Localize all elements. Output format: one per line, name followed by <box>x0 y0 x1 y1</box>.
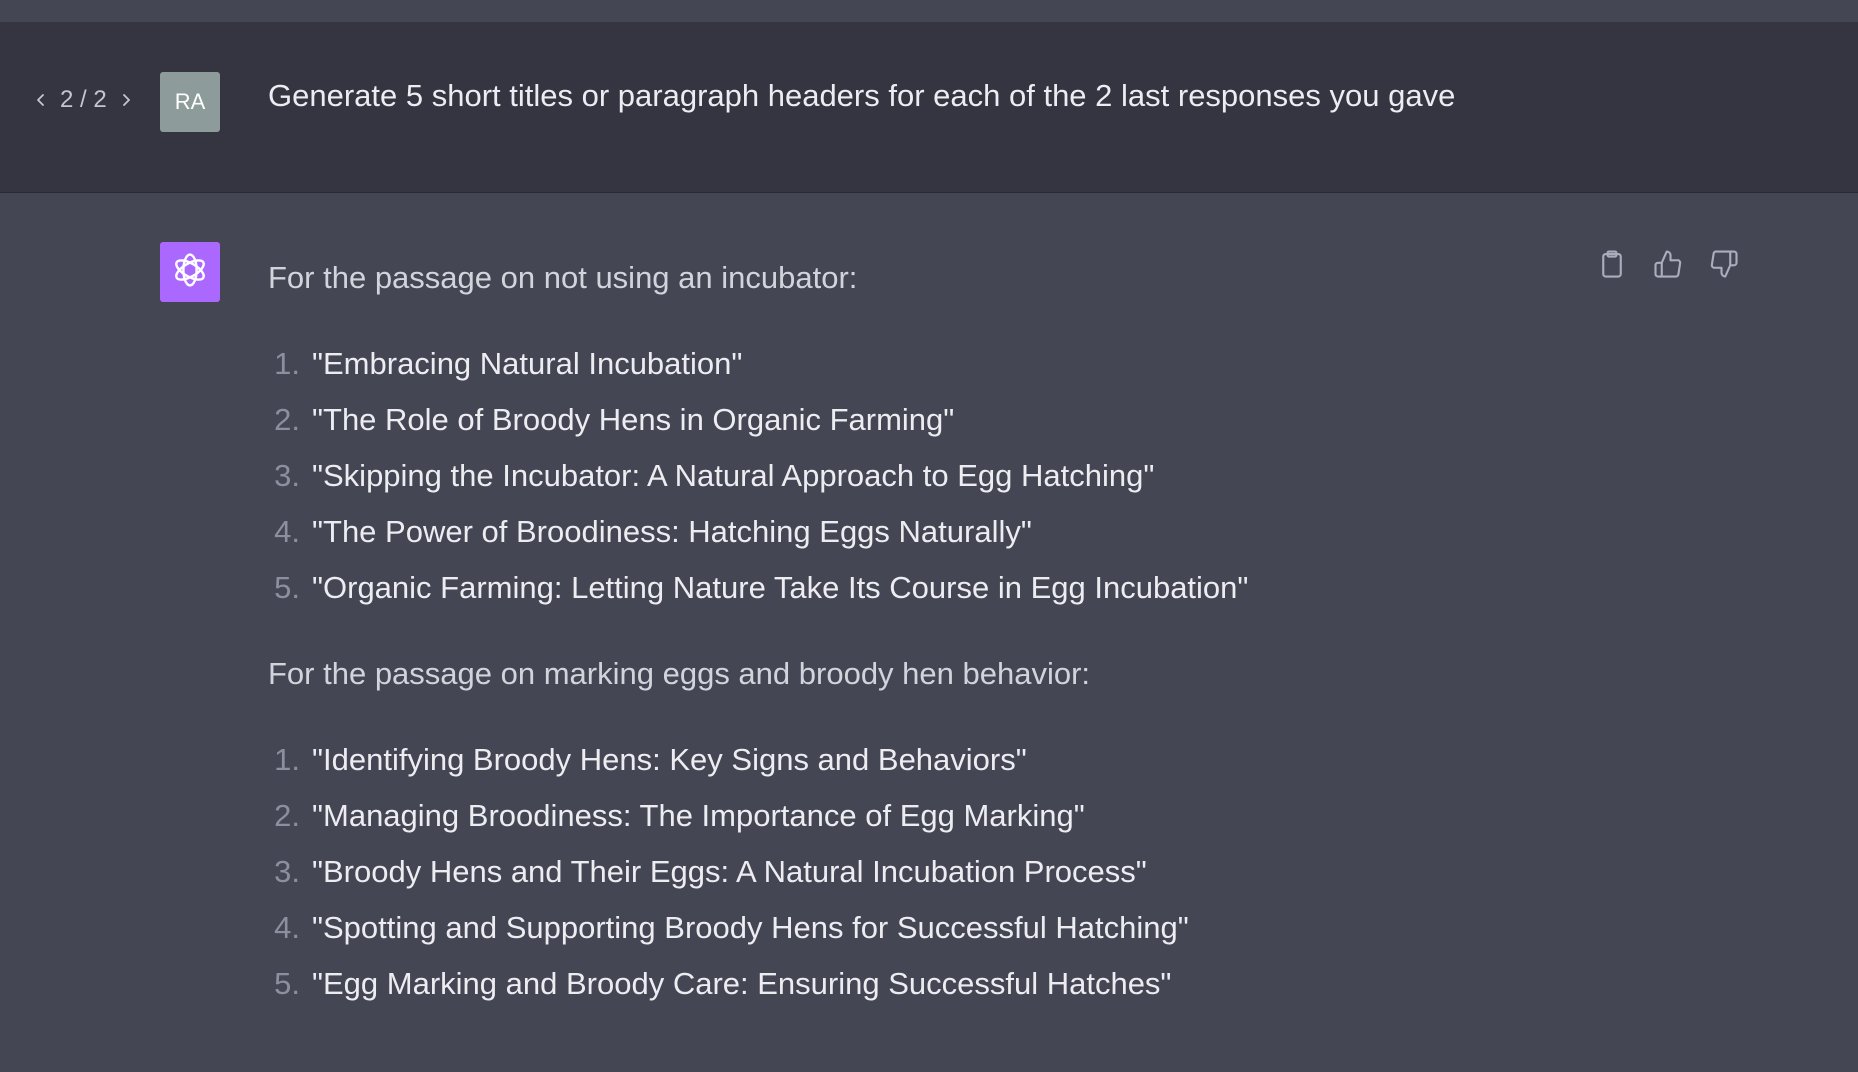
list-number: 3. <box>274 854 300 889</box>
list-text: "Skipping the Incubator: A Natural Appro… <box>312 458 1155 493</box>
user-avatar-initials: RA <box>174 89 206 114</box>
list-text: "Egg Marking and Broody Care: Ensuring S… <box>312 966 1172 1001</box>
list-number: 3. <box>274 458 300 493</box>
user-avatar: RA <box>160 72 220 132</box>
list-item: 3. "Skipping the Incubator: A Natural App… <box>268 448 1568 504</box>
headers-list-incubator: 1. "Embracing Natural Incubation" 2. "The … <box>268 336 1568 616</box>
chevron-right-icon[interactable] <box>115 89 137 111</box>
top-strip <box>0 0 1858 22</box>
list-number: 1. <box>274 346 300 381</box>
intro-broody: For the passage on marking eggs and broo… <box>268 656 1091 691</box>
user-message-text: Generate 5 short titles or paragraph hea… <box>268 78 1456 113</box>
list-item: 2. "The Role of Broody Hens in Organic Fa… <box>268 392 1568 448</box>
list-text: "Spotting and Supporting Broody Hens for… <box>312 910 1189 945</box>
response-pager: 2 / 2 <box>30 86 137 114</box>
chevron-left-icon[interactable] <box>30 89 52 111</box>
list-number: 2. <box>274 402 300 437</box>
list-number: 5. <box>274 570 300 605</box>
user-message-row: 2 / 2 RA Generate 5 short titles or para… <box>0 22 1858 193</box>
openai-logo-icon <box>168 248 212 297</box>
list-text: "Embracing Natural Incubation" <box>312 346 743 381</box>
list-number: 5. <box>274 966 300 1001</box>
list-text: "The Power of Broodiness: Hatching Eggs … <box>312 514 1032 549</box>
list-item: 4. "The Power of Broodiness: Hatching Egg… <box>268 504 1568 560</box>
list-item: 1. "Embracing Natural Incubation" <box>268 336 1568 392</box>
list-number: 1. <box>274 742 300 777</box>
intro-incubator: For the passage on not using an incubato… <box>268 260 858 295</box>
list-number: 4. <box>274 514 300 549</box>
list-item: 4. "Spotting and Supporting Broody Hens f… <box>268 900 1568 956</box>
list-text: "Identifying Broody Hens: Key Signs and … <box>312 742 1027 777</box>
thumbs-down-icon[interactable] <box>1708 248 1740 280</box>
headers-list-broody: 1. "Identifying Broody Hens: Key Signs an… <box>268 732 1568 1012</box>
list-item: 2. "Managing Broodiness: The Importance o… <box>268 788 1568 844</box>
list-item: 1. "Identifying Broody Hens: Key Signs an… <box>268 732 1568 788</box>
list-text: "Organic Farming: Letting Nature Take It… <box>312 570 1249 605</box>
list-number: 2. <box>274 798 300 833</box>
list-item: 5. "Egg Marking and Broody Care: Ensuring… <box>268 956 1568 1012</box>
list-item: 3. "Broody Hens and Their Eggs: A Natural… <box>268 844 1568 900</box>
message-actions <box>1596 248 1740 280</box>
list-number: 4. <box>274 910 300 945</box>
clipboard-icon[interactable] <box>1596 248 1628 280</box>
assistant-message: For the passage on not using an incubato… <box>268 250 1568 1012</box>
list-text: "The Role of Broody Hens in Organic Farm… <box>312 402 955 437</box>
list-item: 5. "Organic Farming: Letting Nature Take … <box>268 560 1568 616</box>
thumbs-up-icon[interactable] <box>1652 248 1684 280</box>
list-text: "Broody Hens and Their Eggs: A Natural I… <box>312 854 1147 889</box>
assistant-avatar <box>160 242 220 302</box>
pager-count: 2 / 2 <box>60 86 107 113</box>
list-text: "Managing Broodiness: The Importance of … <box>312 798 1085 833</box>
